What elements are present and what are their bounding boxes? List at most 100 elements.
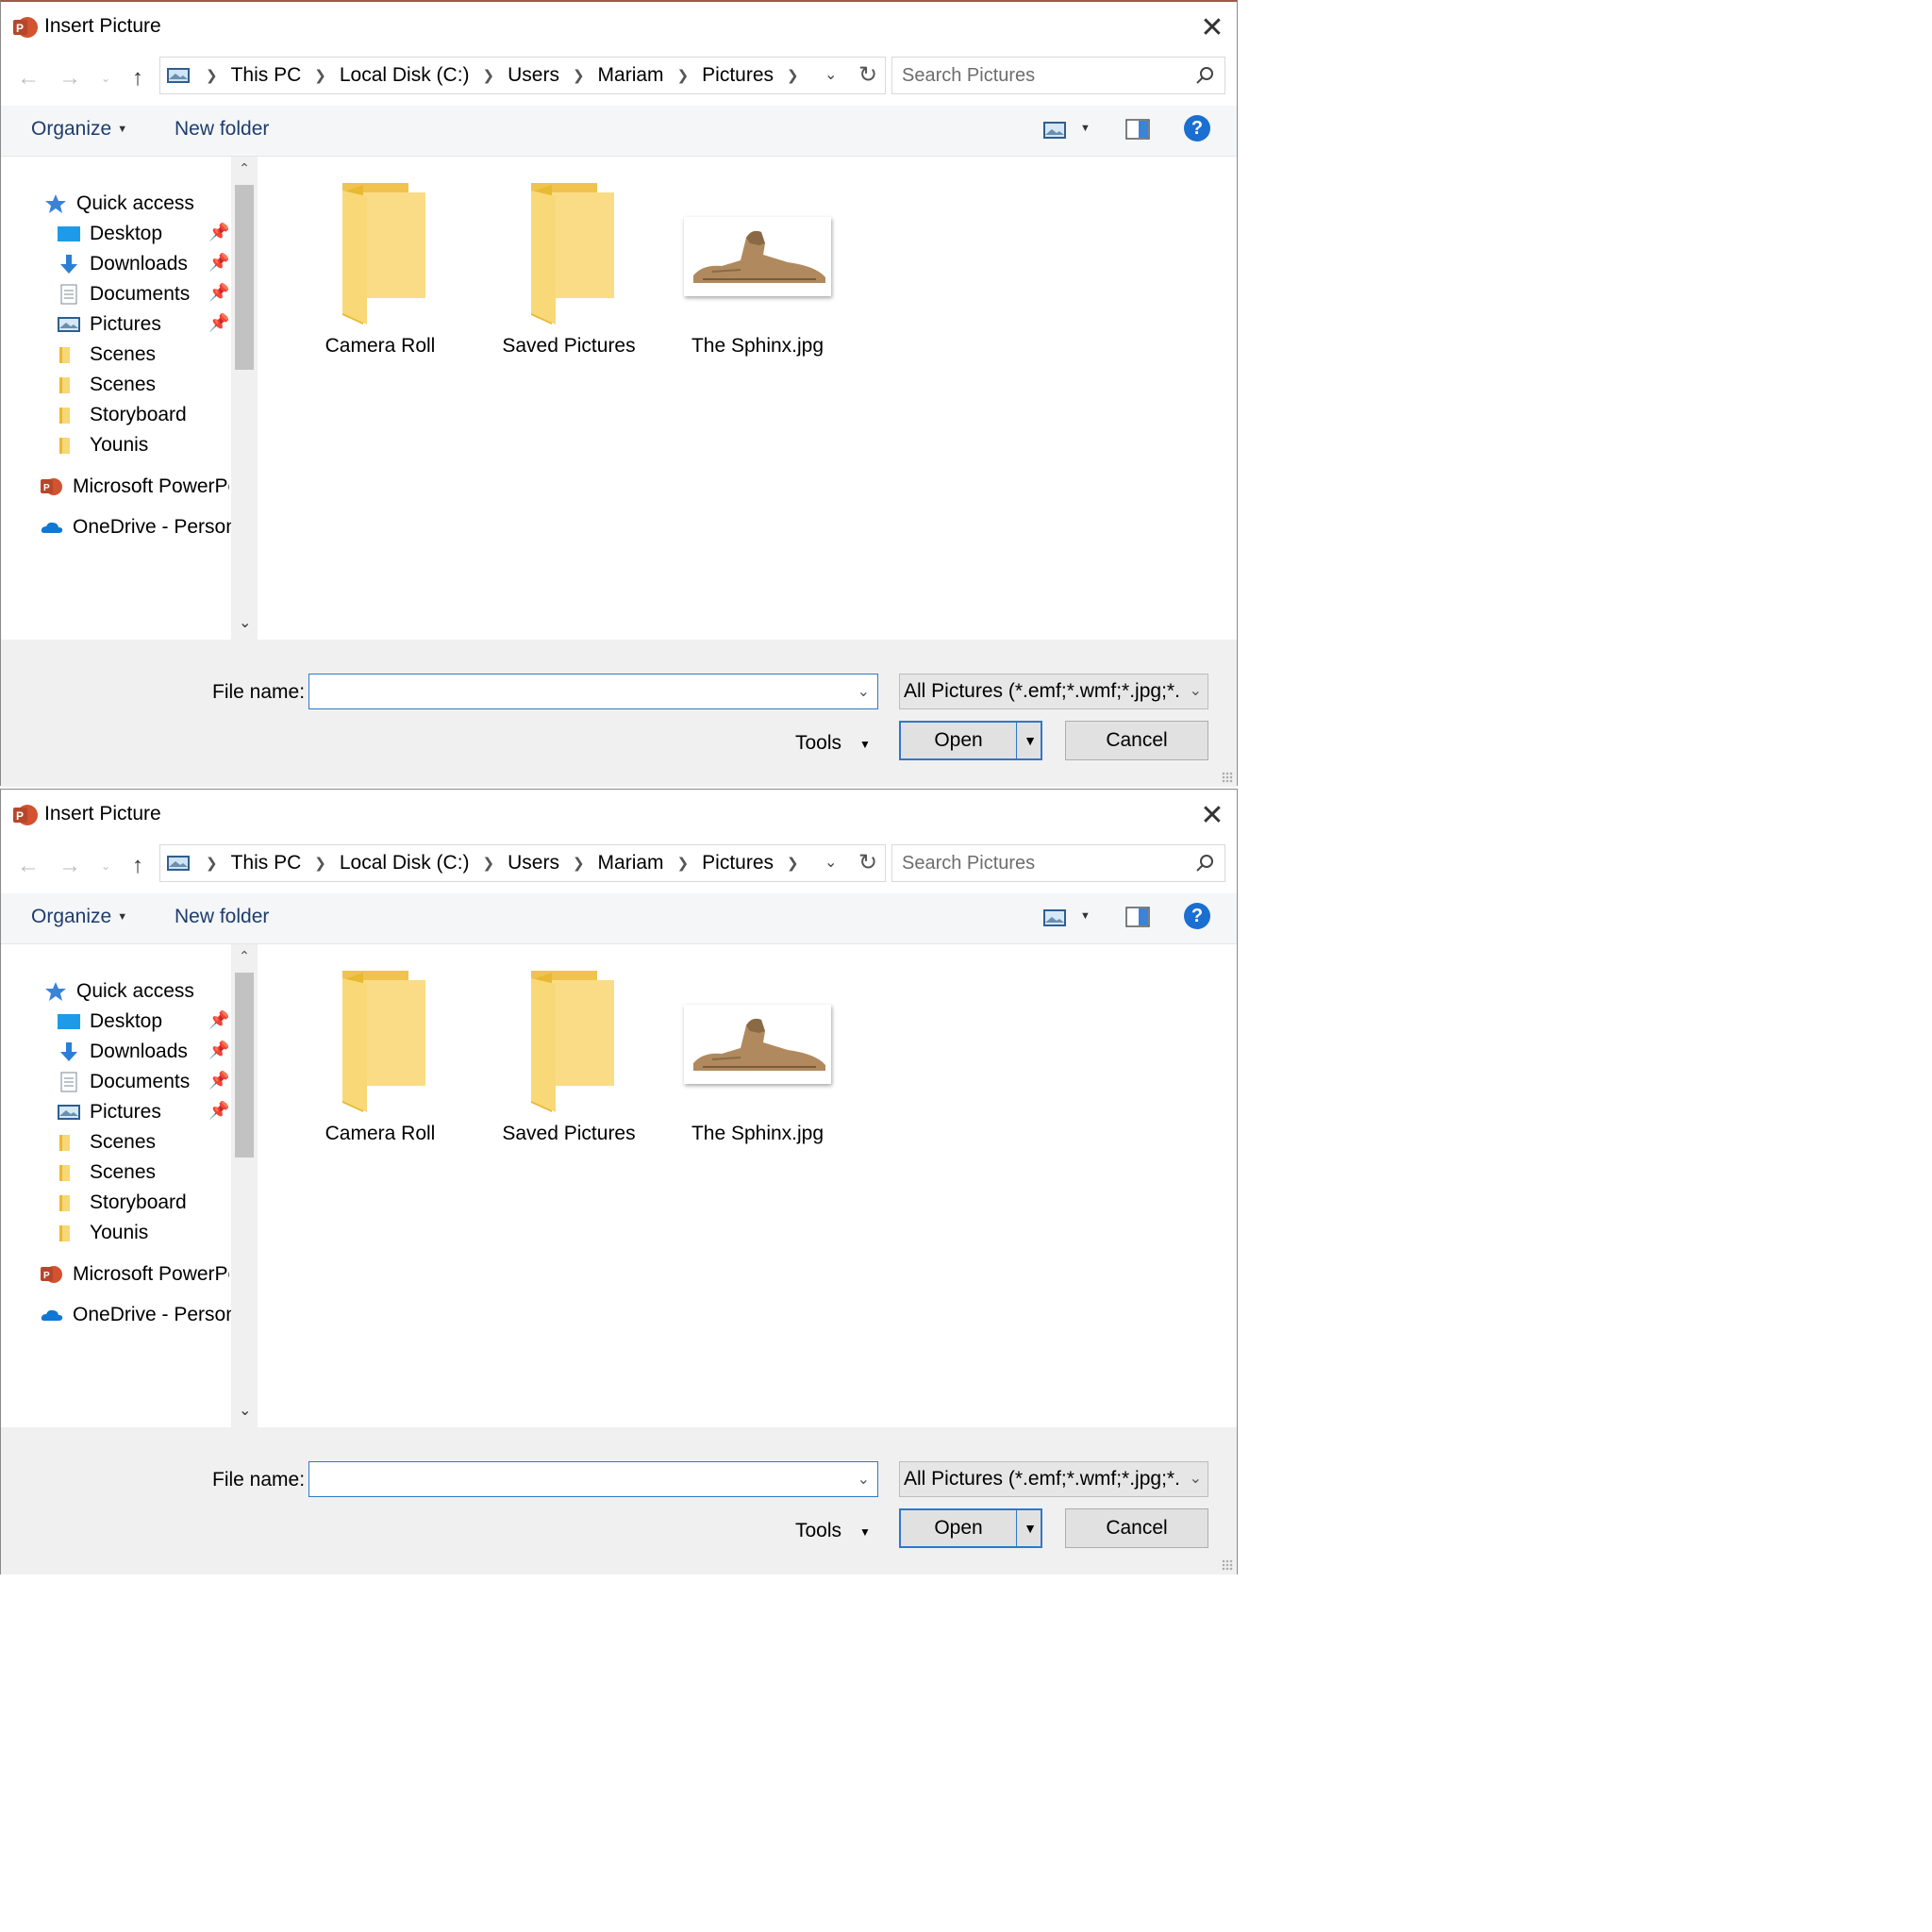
breadcrumb-this-pc[interactable]: This PC	[225, 852, 308, 874]
close-button[interactable]: ✕	[1191, 8, 1233, 49]
sidebar-item-quick-access[interactable]: Quick access	[44, 976, 194, 1007]
sidebar-scrollbar[interactable]: ⌃	[231, 157, 258, 640]
open-button[interactable]: Open ▼	[899, 721, 1042, 760]
tools-button[interactable]: Tools	[795, 1520, 841, 1542]
expand-chevron-icon[interactable]: ⌄	[239, 613, 251, 632]
breadcrumb-users[interactable]: Users	[502, 852, 565, 874]
address-bar[interactable]: ❯ This PC ❯ Local Disk (C:) ❯ Users ❯ Ma…	[159, 844, 886, 882]
open-button[interactable]: Open ▼	[899, 1508, 1042, 1548]
help-icon[interactable]: ?	[1184, 903, 1210, 929]
new-folder-button[interactable]: New folder	[175, 906, 269, 928]
pin-icon[interactable]: 📌	[208, 1010, 229, 1030]
search-icon[interactable]	[1194, 65, 1215, 86]
pin-icon[interactable]: 📌	[208, 313, 229, 333]
organize-button[interactable]: Organize ▼	[31, 906, 127, 928]
breadcrumb-mariam[interactable]: Mariam	[592, 64, 670, 87]
file-name-field[interactable]: ⌄	[308, 674, 878, 709]
sidebar-item-microsoft-powerpoint[interactable]: P Microsoft PowerPc	[41, 472, 229, 502]
sidebar-scrollbar[interactable]: ⌃	[231, 944, 258, 1427]
pin-icon[interactable]: 📌	[208, 1071, 229, 1091]
file-name-dropdown-icon[interactable]: ⌄	[858, 1470, 870, 1489]
file-item-saved-pictures[interactable]: Saved Pictures	[484, 971, 654, 1145]
breadcrumb-chevron-icon[interactable]: ❯	[475, 855, 503, 872]
tools-caret-icon[interactable]: ▼	[859, 738, 871, 751]
back-arrow-icon[interactable]: ←	[14, 64, 42, 92]
sidebar-item-documents[interactable]: Documents	[58, 279, 190, 309]
preview-pane-icon[interactable]	[1125, 907, 1150, 927]
file-item-sphinx-jpg[interactable]: The Sphinx.jpg	[673, 183, 842, 358]
sidebar-item-downloads[interactable]: Downloads	[58, 1037, 188, 1067]
breadcrumb-chevron-icon[interactable]: ❯	[475, 67, 503, 84]
recent-locations-chevron-icon[interactable]: ⌄	[92, 852, 120, 880]
breadcrumb-chevron-icon[interactable]: ❯	[670, 855, 697, 872]
breadcrumb-chevron-icon[interactable]: ❯	[307, 67, 334, 84]
sidebar-item-scenes[interactable]: Scenes	[58, 370, 156, 400]
forward-arrow-icon[interactable]: →	[56, 64, 84, 92]
breadcrumb-chevron-icon[interactable]: ❯	[670, 67, 697, 84]
scroll-up-arrow-icon[interactable]: ⌃	[231, 948, 258, 964]
pin-icon[interactable]: 📌	[208, 253, 229, 273]
breadcrumb-chevron-icon[interactable]: ❯	[198, 67, 225, 84]
breadcrumb-chevron-icon[interactable]: ❯	[198, 855, 225, 872]
preview-pane-icon[interactable]	[1125, 119, 1150, 140]
sidebar-item-microsoft-powerpoint[interactable]: P Microsoft PowerPc	[41, 1259, 229, 1290]
back-arrow-icon[interactable]: ←	[14, 852, 42, 880]
up-arrow-icon[interactable]: ↑	[124, 64, 152, 92]
sidebar-item-pictures[interactable]: Pictures	[58, 1097, 161, 1127]
sidebar-item-documents[interactable]: Documents	[58, 1067, 190, 1097]
breadcrumb-users[interactable]: Users	[502, 64, 565, 87]
search-box[interactable]: Search Pictures	[891, 57, 1225, 94]
open-options-caret-icon[interactable]: ▼	[1016, 1510, 1043, 1546]
search-input[interactable]: Search Pictures	[902, 65, 1035, 87]
file-item-saved-pictures[interactable]: Saved Pictures	[484, 183, 654, 358]
close-button[interactable]: ✕	[1191, 795, 1233, 837]
breadcrumb-pictures[interactable]: Pictures	[696, 852, 779, 874]
pin-icon[interactable]: 📌	[208, 283, 229, 303]
sidebar-item-onedrive[interactable]: OneDrive - Person	[41, 512, 233, 542]
breadcrumb-chevron-icon[interactable]: ❯	[307, 855, 334, 872]
sidebar-item-desktop[interactable]: Desktop	[58, 1007, 162, 1037]
refresh-icon[interactable]: ↻	[855, 59, 881, 92]
address-bar[interactable]: ❯ This PC ❯ Local Disk (C:) ❯ Users ❯ Ma…	[159, 57, 886, 94]
sidebar-item-downloads[interactable]: Downloads	[58, 249, 188, 279]
sidebar-item-storyboard[interactable]: Storyboard	[58, 400, 187, 430]
cancel-button[interactable]: Cancel	[1065, 721, 1208, 760]
open-options-caret-icon[interactable]: ▼	[1016, 723, 1043, 758]
sidebar-item-younis[interactable]: Younis	[58, 1218, 148, 1248]
tools-button[interactable]: Tools	[795, 732, 841, 755]
change-view-icon[interactable]	[1042, 908, 1067, 927]
scroll-up-arrow-icon[interactable]: ⌃	[231, 160, 258, 176]
file-name-field[interactable]: ⌄	[308, 1461, 878, 1497]
sidebar-item-pictures[interactable]: Pictures	[58, 309, 161, 340]
resize-grip-icon[interactable]	[1222, 1559, 1233, 1571]
cancel-button[interactable]: Cancel	[1065, 1508, 1208, 1548]
breadcrumb-mariam[interactable]: Mariam	[592, 852, 670, 874]
recent-locations-chevron-icon[interactable]: ⌄	[92, 64, 120, 92]
scrollbar-thumb[interactable]	[235, 185, 254, 370]
pin-icon[interactable]: 📌	[208, 223, 229, 242]
address-dropdown-icon[interactable]: ⌄	[824, 853, 837, 872]
search-input[interactable]: Search Pictures	[902, 853, 1035, 874]
breadcrumb-chevron-icon[interactable]: ❯	[565, 855, 592, 872]
search-box[interactable]: Search Pictures	[891, 844, 1225, 882]
pin-icon[interactable]: 📌	[208, 1041, 229, 1060]
breadcrumb-chevron-icon[interactable]: ❯	[779, 855, 807, 872]
file-item-camera-roll[interactable]: Camera Roll	[295, 183, 465, 358]
resize-grip-icon[interactable]	[1222, 772, 1233, 783]
new-folder-button[interactable]: New folder	[175, 118, 269, 141]
sidebar-item-scenes[interactable]: Scenes	[58, 340, 156, 370]
file-type-filter[interactable]: All Pictures (*.emf;*.wmf;*.jpg;*. ⌄	[899, 1461, 1208, 1497]
file-name-dropdown-icon[interactable]: ⌄	[858, 682, 870, 701]
up-arrow-icon[interactable]: ↑	[124, 852, 152, 880]
sidebar-item-scenes[interactable]: Scenes	[58, 1127, 156, 1158]
breadcrumb-chevron-icon[interactable]: ❯	[565, 67, 592, 84]
sidebar-item-storyboard[interactable]: Storyboard	[58, 1188, 187, 1218]
filter-dropdown-icon[interactable]: ⌄	[1185, 1462, 1202, 1496]
sidebar-item-younis[interactable]: Younis	[58, 430, 148, 460]
breadcrumb-this-pc[interactable]: This PC	[225, 64, 308, 87]
sidebar-item-scenes[interactable]: Scenes	[58, 1158, 156, 1188]
breadcrumb-local-disk[interactable]: Local Disk (C:)	[334, 852, 475, 874]
file-item-sphinx-jpg[interactable]: The Sphinx.jpg	[673, 971, 842, 1145]
change-view-icon[interactable]	[1042, 121, 1067, 140]
sidebar-item-onedrive[interactable]: OneDrive - Person	[41, 1300, 233, 1330]
